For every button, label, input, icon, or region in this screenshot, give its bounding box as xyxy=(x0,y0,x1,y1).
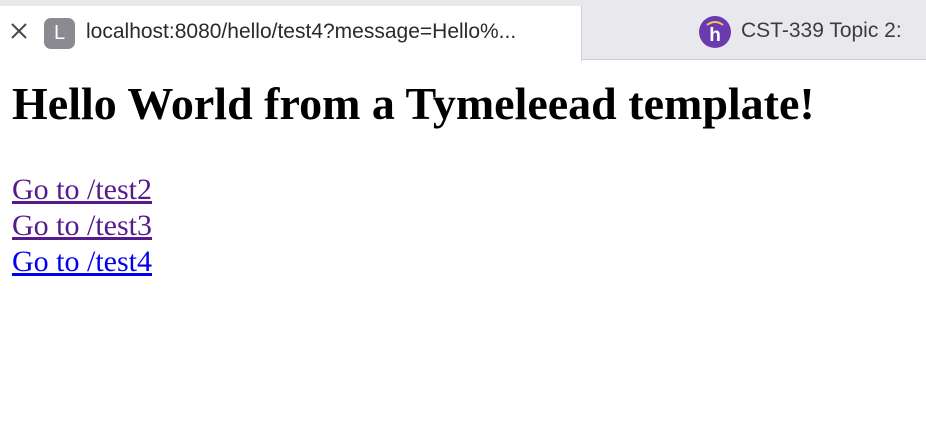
tab-title: CST-339 Topic 2: xyxy=(741,19,902,42)
link-test2[interactable]: Go to /test2 xyxy=(12,172,152,208)
page-heading: Hello World from a Tymeleead template! xyxy=(12,78,815,129)
browser-tab-bar: L localhost:8080/hello/test4?message=Hel… xyxy=(0,0,926,61)
tab-inactive[interactable]: h CST-339 Topic 2: xyxy=(583,6,926,60)
tab-active[interactable]: L localhost:8080/hello/test4?message=Hel… xyxy=(0,6,582,61)
tab-title: localhost:8080/hello/test4?message=Hello… xyxy=(86,20,517,43)
link-list: Go to /test2 Go to /test3 Go to /test4 xyxy=(12,172,912,280)
h-logo-icon: h xyxy=(699,16,731,48)
page-content: Hello World from a Tymeleead template! G… xyxy=(12,66,912,280)
svg-text:h: h xyxy=(709,25,721,46)
link-test3[interactable]: Go to /test3 xyxy=(12,208,152,244)
link-test4[interactable]: Go to /test4 xyxy=(12,244,152,280)
close-icon[interactable] xyxy=(8,20,30,42)
letter-l-favicon-icon: L xyxy=(44,18,75,49)
